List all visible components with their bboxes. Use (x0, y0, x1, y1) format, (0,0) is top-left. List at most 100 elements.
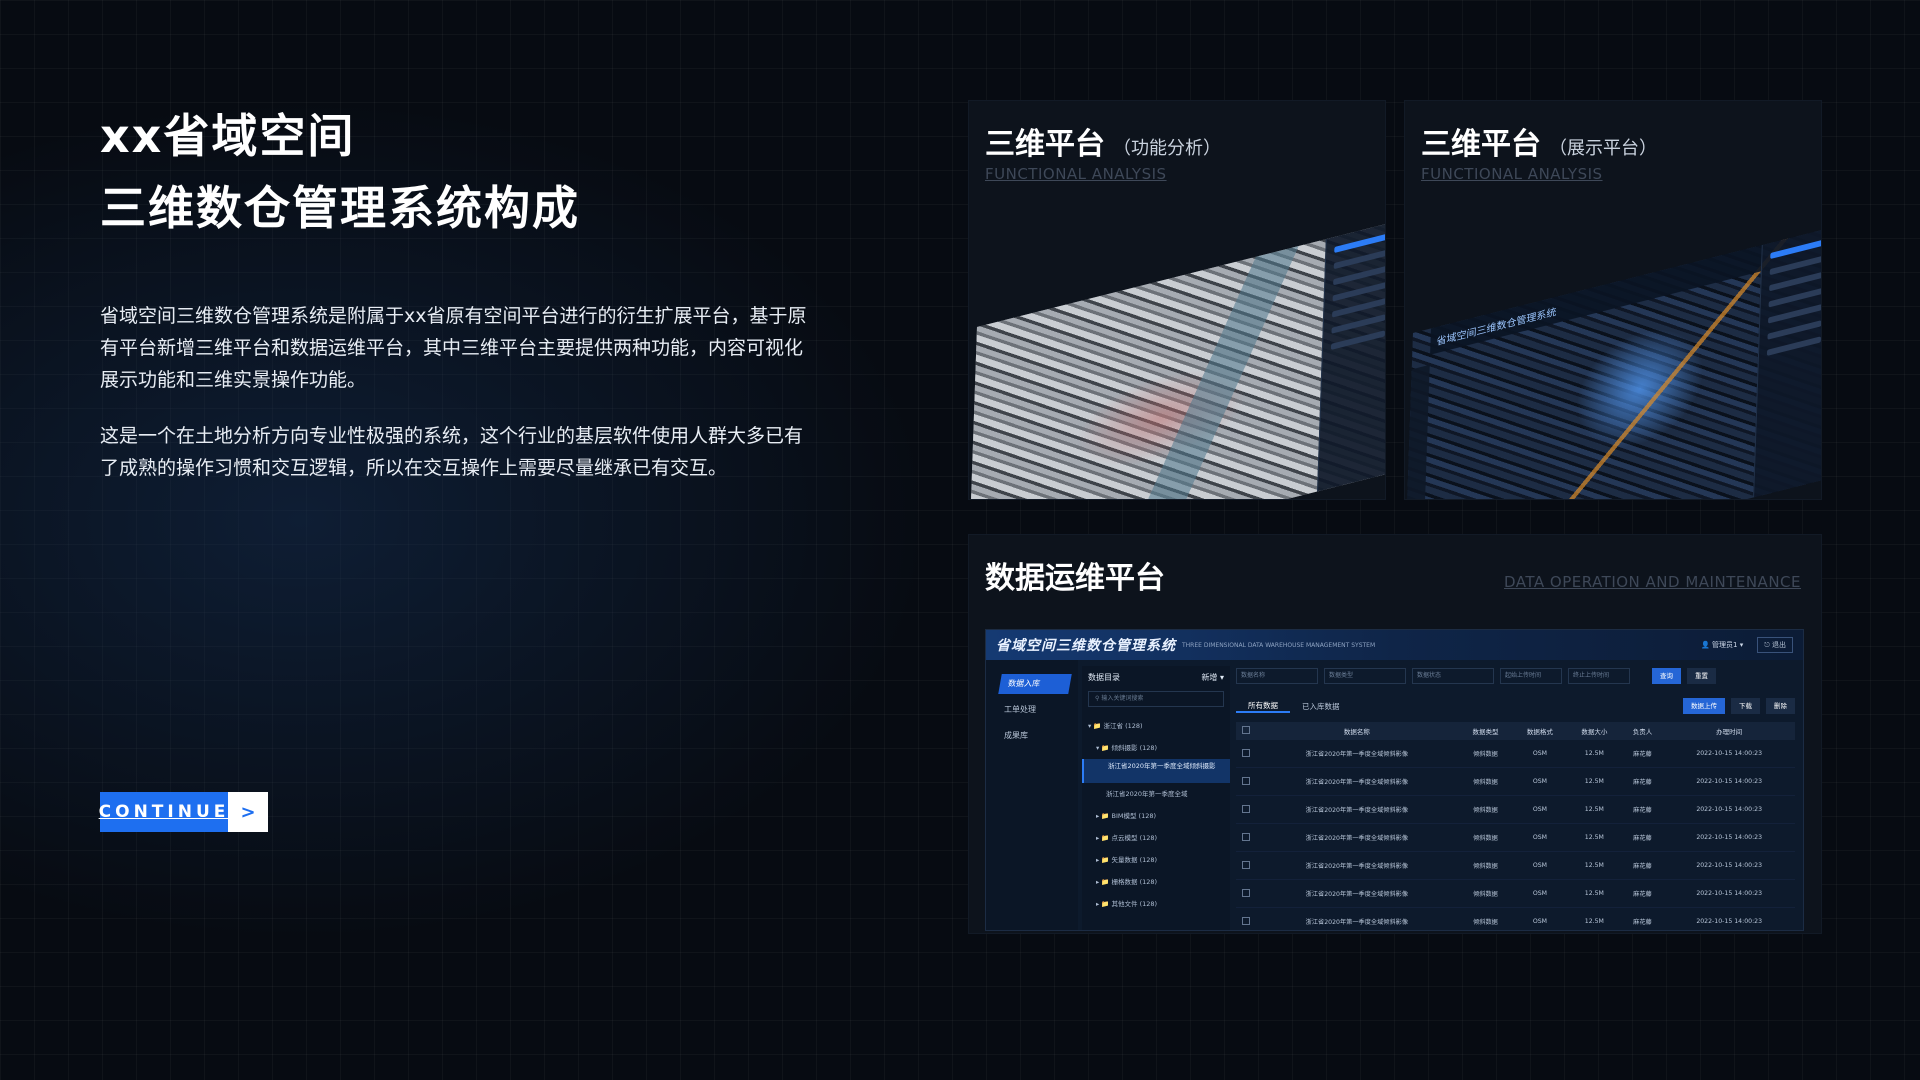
display-side-toolbar (1405, 364, 1430, 499)
table-header-row: 数据名称 数据类型 数据格式 数据大小 负责人 办理时间 (1236, 722, 1795, 740)
tree-add-button[interactable]: 新增 ▾ (1201, 672, 1224, 683)
table-row[interactable]: 浙江省2020年第一季度全域倾斜影像 倾斜数据 OSM 12.5M 麻花藤 2022-10… (1236, 879, 1795, 908)
tree-node[interactable]: ▾ 📁 浙江省 (128) (1082, 715, 1230, 737)
user-menu[interactable]: 👤 管理员1 ▾ (1701, 640, 1743, 650)
nav-item-data-ingest[interactable]: 数据入库 (998, 674, 1072, 694)
table-cell: OSM (1512, 740, 1568, 768)
table-cell: 2022-10-15 14:00:23 (1663, 740, 1795, 768)
tree-node-selected[interactable]: 浙江省2020年第一季度全域倾斜摄影 (1082, 759, 1230, 783)
search-button[interactable]: 查询 (1652, 668, 1681, 684)
tree-node[interactable]: ▸ 📁 矢量数据 (128) (1082, 849, 1230, 871)
row-checkbox[interactable] (1236, 907, 1256, 930)
row-checkbox[interactable] (1236, 740, 1256, 768)
headline-line-2: 三维数仓管理系统构成 (100, 181, 580, 235)
data-table: 数据名称 数据类型 数据格式 数据大小 负责人 办理时间 浙江省2020年第一季… (1236, 722, 1795, 930)
upload-button[interactable]: 数据上传 (1683, 698, 1725, 714)
table-row[interactable]: 浙江省2020年第一季度全域倾斜影像 倾斜数据 OSM 12.5M 麻花藤 2022-10… (1236, 851, 1795, 880)
table-cell: 浙江省2020年第一季度全域倾斜影像 (1255, 767, 1459, 796)
table-cell: 麻花藤 (1621, 907, 1664, 930)
analysis-side-panel (1317, 221, 1385, 492)
intro-paragraph-2: 这是一个在土地分析方向专业性极强的系统，这个行业的基层软件使用人群大多已有了成熟… (100, 425, 804, 479)
table-row[interactable]: 浙江省2020年第一季度全域倾斜影像 倾斜数据 OSM 12.5M 麻花藤 2022-10… (1236, 740, 1795, 768)
table-row[interactable]: 浙江省2020年第一季度全域倾斜影像 倾斜数据 OSM 12.5M 麻花藤 2022-10… (1236, 823, 1795, 852)
continue-button[interactable]: CONTINUE > (99, 792, 268, 832)
card-english-title: FUNCTIONAL ANALYSIS (1421, 165, 1603, 183)
table-cell: 2022-10-15 14:00:23 (1663, 907, 1795, 930)
filter-start-date[interactable]: 起始上传时间 (1500, 668, 1562, 684)
tree-node[interactable]: ▸ 📁 BIM模型 (128) (1082, 805, 1230, 827)
column-header: 数据名称 (1255, 722, 1459, 740)
filter-end-date[interactable]: 终止上传时间 (1568, 668, 1630, 684)
ops-brand-en: THREE DIMENSIONAL DATA WAREHOUSE MANAGEM… (1182, 641, 1376, 649)
ops-topbar: 省域空间三维数仓管理系统 THREE DIMENSIONAL DATA WARE… (986, 630, 1803, 660)
tree-node[interactable]: ▸ 📁 点云模型 (128) (1082, 827, 1230, 849)
tab-ingested-data[interactable]: 已入库数据 (1290, 701, 1352, 712)
row-checkbox[interactable] (1236, 851, 1256, 880)
table-cell: 浙江省2020年第一季度全域倾斜影像 (1255, 795, 1459, 824)
table-cell: 2022-10-15 14:00:23 (1663, 823, 1795, 852)
card-title: 数据运维平台 (985, 561, 1165, 596)
column-header: 办理时间 (1663, 722, 1795, 740)
row-checkbox[interactable] (1236, 767, 1256, 796)
filter-name-input[interactable]: 数据名称 (1236, 668, 1318, 684)
table-row[interactable]: 浙江省2020年第一季度全域倾斜影像 倾斜数据 OSM 12.5M 麻花藤 2022-10… (1236, 795, 1795, 824)
card-title: 三维平台 （功能分析） (985, 127, 1221, 162)
select-all-checkbox[interactable] (1236, 722, 1256, 740)
card-3d-display[interactable]: 三维平台 （展示平台） FUNCTIONAL ANALYSIS 省域空间三维数仓管… (1404, 100, 1822, 500)
table-cell: 倾斜数据 (1458, 823, 1513, 852)
tree-node[interactable]: ▾ 📁 倾斜摄影 (128) (1082, 737, 1230, 759)
table-cell: 麻花藤 (1621, 740, 1664, 768)
city-3d-screenshot (969, 221, 1385, 499)
row-checkbox[interactable] (1236, 879, 1256, 908)
table-cell: 麻花藤 (1621, 795, 1664, 824)
tree-node[interactable]: 浙江省2020年第一季度全域 (1082, 783, 1230, 805)
delete-button[interactable]: 删除 (1766, 698, 1795, 714)
table-cell: 倾斜数据 (1458, 795, 1513, 824)
table-cell: 12.5M (1567, 823, 1622, 852)
table-row[interactable]: 浙江省2020年第一季度全域倾斜影像 倾斜数据 OSM 12.5M 麻花藤 2022-10… (1236, 907, 1795, 930)
filter-type-select[interactable]: 数据类型 (1324, 668, 1406, 684)
table-cell: 2022-10-15 14:00:23 (1663, 851, 1795, 880)
table-cell: 麻花藤 (1621, 851, 1664, 880)
column-header: 数据大小 (1567, 722, 1622, 740)
nav-item-results[interactable]: 成果库 (986, 726, 1078, 746)
table-cell: OSM (1512, 851, 1568, 880)
continue-label: CONTINUE (99, 792, 228, 832)
table-cell: 12.5M (1567, 740, 1622, 768)
display-side-panel (1753, 227, 1821, 498)
nav-item-work-orders[interactable]: 工单处理 (986, 700, 1078, 720)
card-english-title: DATA OPERATION AND MAINTENANCE (1504, 573, 1801, 591)
table-cell: 12.5M (1567, 879, 1622, 908)
reset-button[interactable]: 重置 (1687, 668, 1716, 684)
table-cell: 倾斜数据 (1458, 851, 1513, 880)
table-cell: OSM (1512, 823, 1568, 852)
row-checkbox[interactable] (1236, 795, 1256, 824)
exit-button[interactable]: ⎋ 退出 (1757, 637, 1793, 653)
card-data-ops[interactable]: 数据运维平台 DATA OPERATION AND MAINTENANCE 省域… (968, 534, 1822, 934)
table-cell: 2022-10-15 14:00:23 (1663, 795, 1795, 824)
tree-search-input[interactable]: ⚲ 输入关键词搜索 (1088, 691, 1224, 707)
download-button[interactable]: 下载 (1731, 698, 1760, 714)
table-cell: 12.5M (1567, 907, 1622, 930)
filter-status-select[interactable]: 数据状态 (1412, 668, 1494, 684)
card-3d-analysis[interactable]: 三维平台 （功能分析） FUNCTIONAL ANALYSIS (968, 100, 1386, 500)
table-row[interactable]: 浙江省2020年第一季度全域倾斜影像 倾斜数据 OSM 12.5M 麻花藤 2022-10… (1236, 767, 1795, 796)
table-cell: 12.5M (1567, 795, 1622, 824)
ops-main: 数据名称 数据类型 数据状态 起始上传时间 终止上传时间 查询 重置 所有数据 … (1236, 666, 1795, 930)
tree-node[interactable]: ▸ 📁 其他文件 (128) (1082, 893, 1230, 915)
arrow-right-icon: > (228, 792, 268, 832)
table-cell: 倾斜数据 (1458, 907, 1513, 930)
table-cell: 2022-10-15 14:00:23 (1663, 767, 1795, 796)
row-checkbox[interactable] (1236, 823, 1256, 852)
tab-all-data[interactable]: 所有数据 (1236, 700, 1290, 713)
card-english-title: FUNCTIONAL ANALYSIS (985, 165, 1167, 183)
table-cell: 麻花藤 (1621, 879, 1664, 908)
card-title: 三维平台 （展示平台） (1421, 127, 1657, 162)
table-cell: 浙江省2020年第一季度全域倾斜影像 (1255, 740, 1459, 768)
table-cell: 倾斜数据 (1458, 879, 1513, 908)
tree-node[interactable]: ▸ 📁 栅格数据 (128) (1082, 871, 1230, 893)
filter-bar: 数据名称 数据类型 数据状态 起始上传时间 终止上传时间 查询 重置 (1236, 666, 1795, 686)
table-cell: 浙江省2020年第一季度全域倾斜影像 (1255, 907, 1459, 930)
headline-line-1: xx省域空间 (100, 109, 356, 163)
display-screen-header: 省域空间三维数仓管理系统 (1430, 244, 1763, 355)
